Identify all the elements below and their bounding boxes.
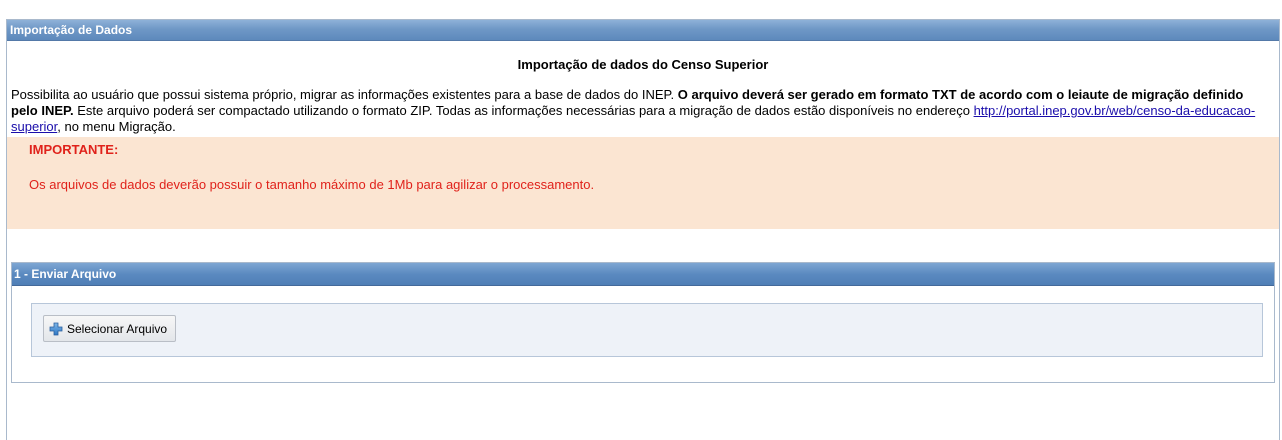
description-part3: , no menu Migração. [57, 119, 176, 134]
section-title: 1 - Enviar Arquivo [12, 263, 1274, 286]
warning-title: IMPORTANTE: [29, 142, 119, 157]
upload-toolbar: Selecionar Arquivo [31, 303, 1263, 357]
warning-box: IMPORTANTE: Os arquivos de dados deverão… [7, 137, 1279, 229]
description-part2: Este arquivo poderá ser compactado utili… [73, 103, 974, 118]
panel-title: Importação de Dados [7, 20, 1279, 41]
select-file-button[interactable]: Selecionar Arquivo [43, 315, 177, 342]
plus-icon [49, 322, 63, 335]
select-file-label: Selecionar Arquivo [67, 321, 168, 336]
description-part1: Possibilita ao usuário que possui sistem… [11, 87, 678, 102]
warning-text: Os arquivos de dados deverão possuir o t… [29, 177, 595, 192]
description-text: Possibilita ao usuário que possui sistem… [11, 87, 1273, 135]
upload-section: 1 - Enviar Arquivo Selecionar Arquivo [11, 262, 1275, 383]
page-title: Importação de dados do Censo Superior [517, 57, 769, 72]
